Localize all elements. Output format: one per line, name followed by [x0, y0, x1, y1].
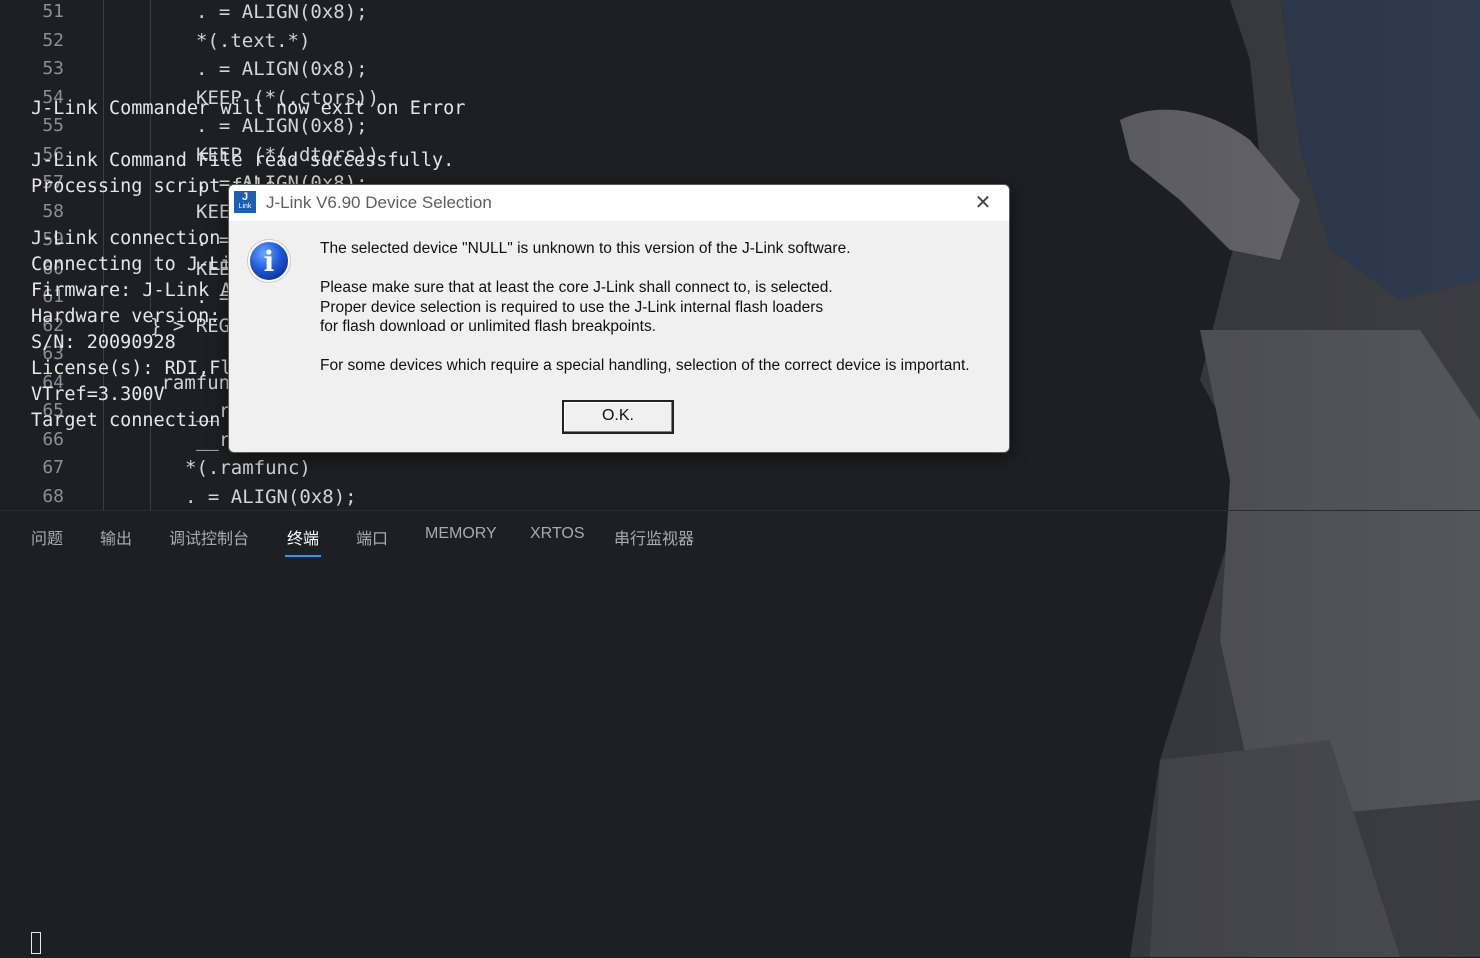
- bottom-panel: 问题 输出 调试控制台 终端 端口 MEMORY XRTOS 串行监视器: [0, 510, 1480, 958]
- dialog-message-unknown-device: The selected device "NULL" is unknown to…: [320, 240, 851, 257]
- terminal-line: J-Link Commander will now exit on Error: [31, 98, 466, 119]
- dialog-message-flash-download: for flash download or unlimited flash br…: [320, 318, 657, 336]
- device-selection-dialog: J Link J-Link V6.90 Device Selection ✕ i…: [228, 184, 1010, 453]
- jlink-app-icon: J Link: [234, 191, 256, 213]
- dialog-title: J-Link V6.90 Device Selection: [266, 193, 492, 212]
- line-number: 52: [42, 29, 64, 51]
- panel-tab-bar: 问题 输出 调试控制台 终端 端口 MEMORY XRTOS 串行监视器: [0, 511, 1480, 561]
- code-line: 53 . = ALIGN(0x8);: [0, 55, 1480, 84]
- code-text: *(.text.*): [196, 29, 311, 52]
- code-line: 52 *(.text.*): [0, 27, 1480, 56]
- tab-memory[interactable]: MEMORY: [425, 525, 497, 543]
- line-number: 53: [42, 58, 64, 79]
- code-text: . = ALIGN(0x8);: [196, 58, 368, 80]
- dialog-message-flash-loaders: Proper device selection is required to u…: [320, 298, 824, 316]
- code-line: 67 *(.ramfunc): [0, 454, 1480, 483]
- tab-problems[interactable]: 问题: [31, 525, 63, 549]
- dialog-message-core-selection: Please make sure that at least the core …: [320, 279, 833, 296]
- line-number: 67: [42, 457, 64, 478]
- tab-output[interactable]: 输出: [100, 525, 132, 549]
- dialog-titlebar[interactable]: J Link J-Link V6.90 Device Selection ✕: [229, 185, 1009, 221]
- info-icon: i: [247, 239, 291, 283]
- code-text: . = ALIGN(0x8);: [196, 1, 368, 23]
- tab-ports[interactable]: 端口: [356, 525, 388, 549]
- ok-button[interactable]: O.K.: [562, 400, 674, 434]
- tab-serial-monitor[interactable]: 串行监视器: [614, 525, 694, 549]
- tab-terminal[interactable]: 终端: [284, 525, 322, 557]
- tab-xrtos[interactable]: XRTOS: [530, 525, 585, 543]
- app-icon-subtext: Link: [238, 203, 252, 210]
- tab-debug-console[interactable]: 调试控制台: [169, 525, 249, 549]
- code-line: 51 . = ALIGN(0x8);: [0, 0, 1480, 27]
- code-text: *(.ramfunc): [185, 457, 311, 479]
- close-icon[interactable]: ✕: [967, 189, 999, 217]
- info-icon-glyph: i: [264, 245, 275, 278]
- code-line: 68 . = ALIGN(0x8);: [0, 483, 1480, 512]
- terminal-cursor: [31, 932, 41, 954]
- line-number: 51: [42, 1, 64, 22]
- code-text: . = ALIGN(0x8);: [185, 485, 357, 508]
- line-number: 68: [42, 485, 64, 507]
- terminal-line: J-Link Command File read successfully.: [31, 150, 455, 171]
- dialog-message-special-handling: For some devices which require a special…: [320, 357, 970, 374]
- app-icon-letter: J: [241, 191, 249, 203]
